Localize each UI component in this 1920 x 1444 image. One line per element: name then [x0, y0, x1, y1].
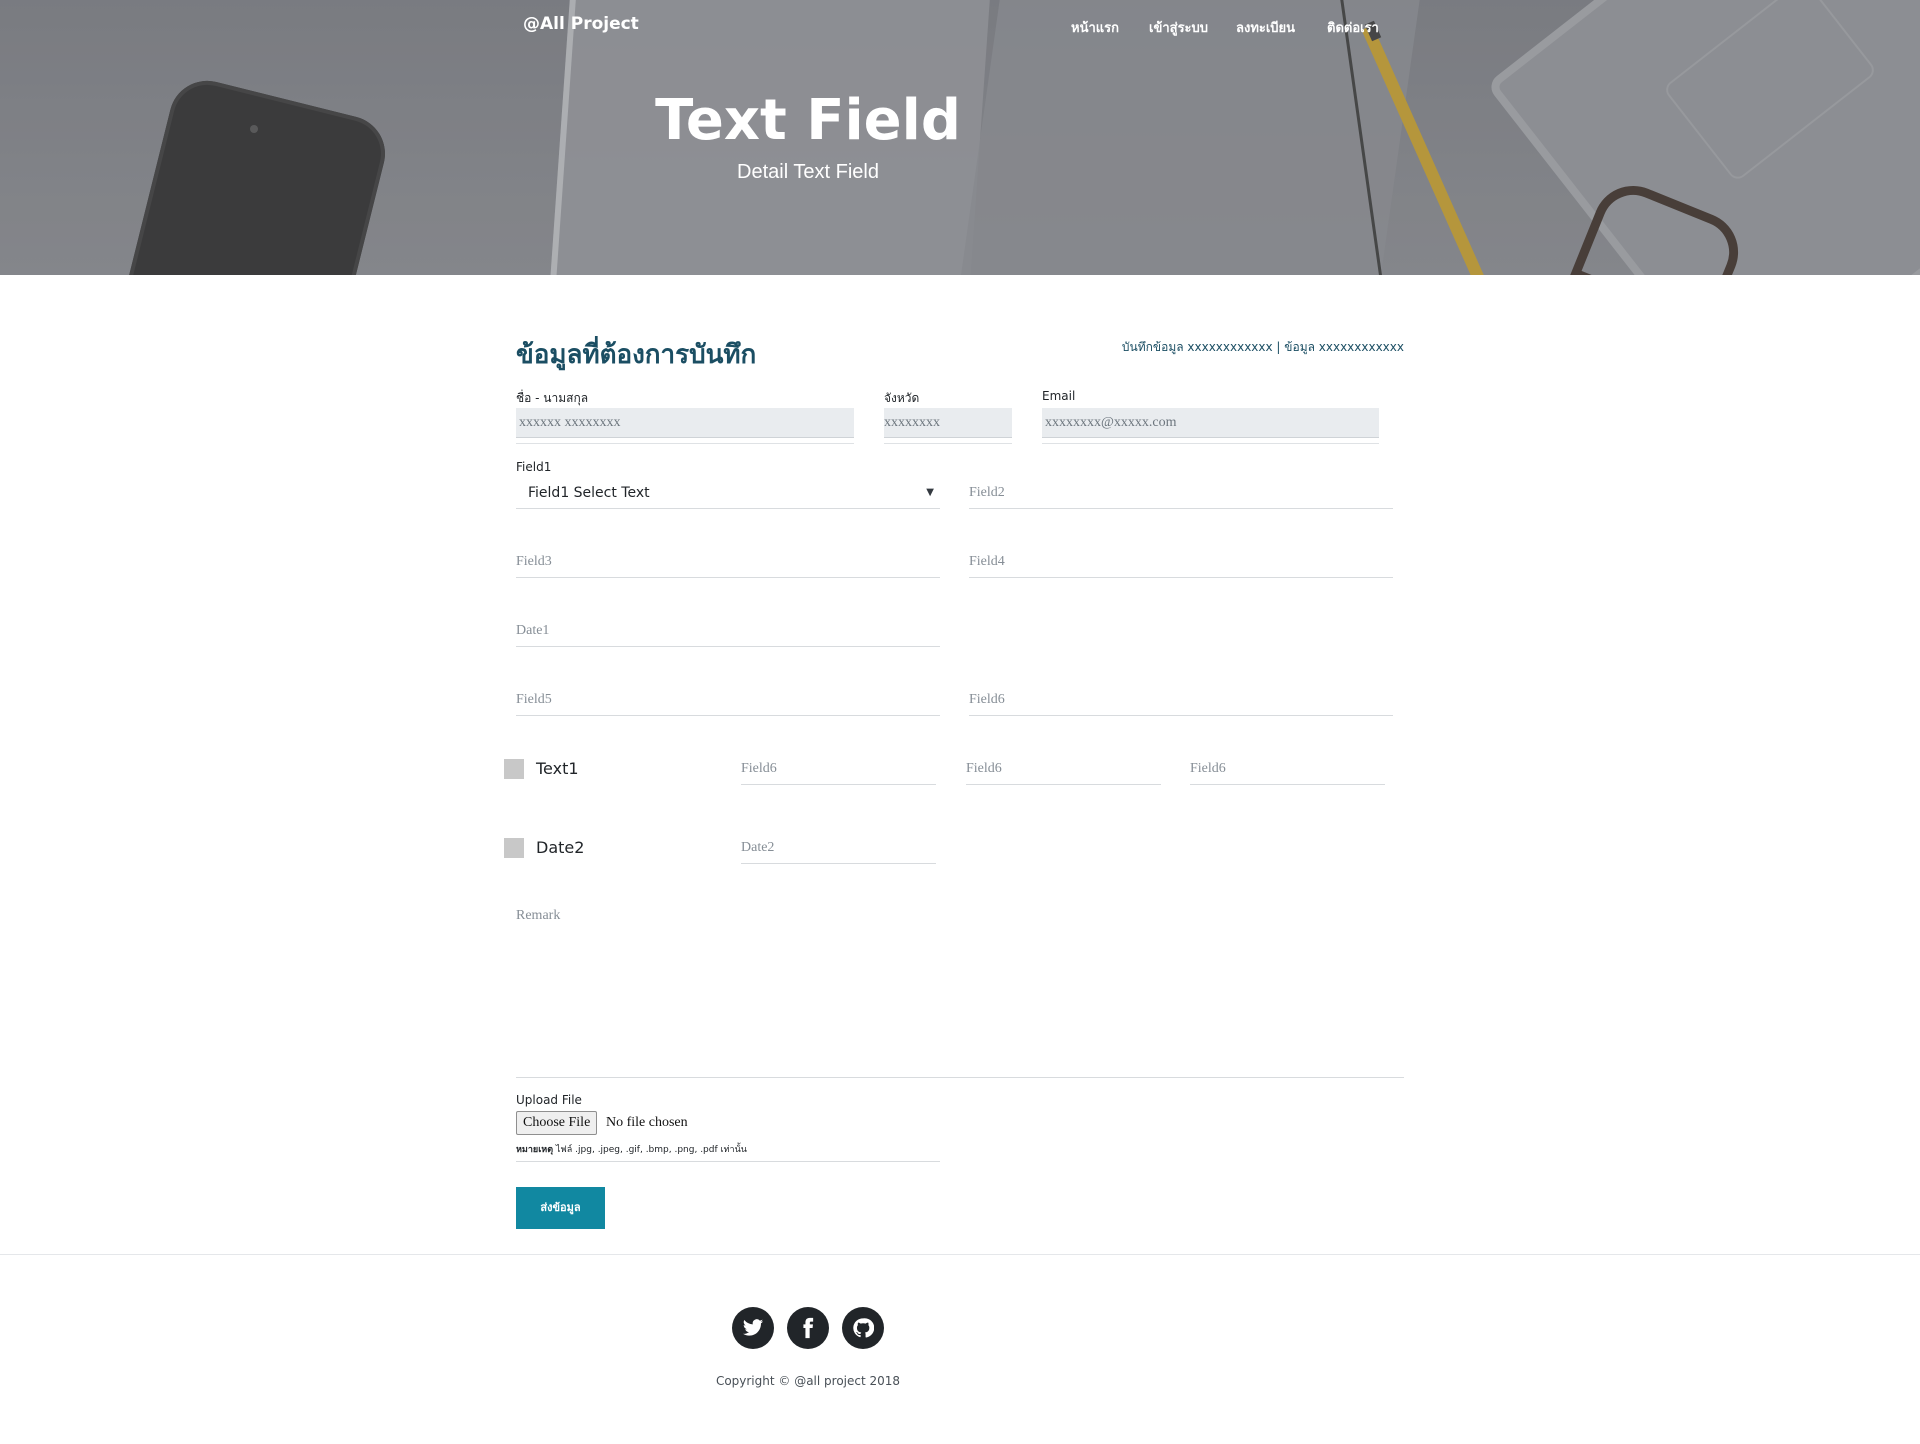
form-meta-info: บันทึกข้อมูล xxxxxxxxxxxx | ข้อมูล xxxxx… — [1121, 340, 1404, 354]
navbar: @All Project หน้าแรก เข้าสู่ระบบ ลงทะเบี… — [0, 0, 1920, 52]
text1-label: Text1 — [536, 759, 579, 778]
name-field-underline — [516, 443, 854, 444]
file-status-text: No file chosen — [606, 1115, 688, 1130]
province-field[interactable]: xxxxxxxx — [884, 408, 1012, 438]
email-label: Email — [1042, 389, 1076, 403]
date2-label: Date2 — [536, 838, 585, 857]
hero-header: @All Project หน้าแรก เข้าสู่ระบบ ลงทะเบี… — [0, 0, 1920, 275]
github-icon — [853, 1318, 874, 1338]
choose-file-button[interactable]: Choose File — [516, 1111, 598, 1135]
field5-input[interactable]: Field5 — [516, 684, 940, 716]
nav-item-home[interactable]: หน้าแรก — [1071, 17, 1119, 38]
brand-link[interactable]: @All Project — [523, 14, 639, 34]
nav-item-login[interactable]: เข้าสู่ระบบ — [1149, 17, 1208, 38]
date1-input[interactable]: Date1 — [516, 615, 940, 647]
remark-textarea[interactable]: Remark — [516, 908, 1404, 1078]
twitter-icon — [742, 1319, 764, 1336]
facebook-icon — [803, 1317, 814, 1339]
file-note-text: ไฟล์ .jpg, .jpeg, .gif, .bmp, .png, .pdf… — [553, 1145, 747, 1155]
github-link[interactable] — [842, 1307, 884, 1349]
text1-field-c[interactable]: Field6 — [1190, 753, 1385, 785]
field6-input[interactable]: Field6 — [969, 684, 1393, 716]
name-field[interactable]: xxxxxx xxxxxxxx — [516, 408, 854, 438]
date2-input[interactable]: Date2 — [741, 832, 936, 864]
date2-checkbox[interactable] — [504, 838, 524, 858]
province-field-underline — [884, 443, 1012, 444]
page-title: Text Field — [655, 88, 961, 153]
facebook-link[interactable] — [787, 1307, 829, 1349]
name-label: ชื่อ - นามสกุล — [516, 391, 589, 405]
text1-field-a[interactable]: Field6 — [741, 753, 936, 785]
upload-label: Upload File — [516, 1093, 582, 1107]
submit-button[interactable]: ส่งข้อมูล — [516, 1187, 605, 1229]
email-field-underline — [1042, 443, 1379, 444]
file-note: หมายเหตุ ไฟล์ .jpg, .jpeg, .gif, .bmp, .… — [516, 1142, 940, 1162]
nav-item-register[interactable]: ลงทะเบียน — [1236, 17, 1295, 38]
form-heading: ข้อมูลที่ต้องการบันทึก — [516, 340, 757, 370]
field1-select[interactable]: Field1 Select Text ▼ — [516, 477, 940, 509]
field3-input[interactable]: Field3 — [516, 546, 940, 578]
page-subtitle: Detail Text Field — [737, 161, 879, 183]
field2-input[interactable]: Field2 — [969, 477, 1393, 509]
footer-divider — [0, 1254, 1920, 1255]
twitter-link[interactable] — [732, 1307, 774, 1349]
text1-field-b[interactable]: Field6 — [966, 753, 1161, 785]
field4-input[interactable]: Field4 — [969, 546, 1393, 578]
text1-checkbox[interactable] — [504, 759, 524, 779]
province-label: จังหวัด — [884, 391, 920, 405]
field1-label: Field1 — [516, 460, 552, 474]
copyright-text: Copyright © @all project 2018 — [715, 1374, 901, 1388]
email-field[interactable]: xxxxxxxx@xxxxx.com — [1042, 408, 1379, 438]
caret-down-icon: ▼ — [926, 487, 934, 498]
field1-selected-value: Field1 Select Text — [528, 485, 650, 501]
file-note-prefix: หมายเหตุ — [516, 1145, 554, 1155]
nav-item-contact[interactable]: ติดต่อเรา — [1327, 17, 1379, 38]
